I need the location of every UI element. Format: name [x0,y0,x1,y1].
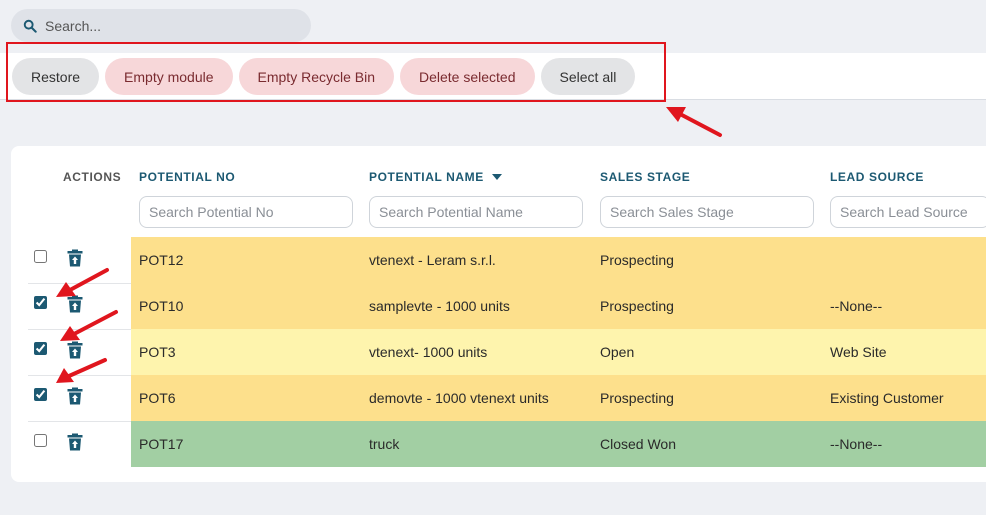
annotation-arrow-icon [666,107,722,137]
cell-potential-name: samplevte - 1000 units [369,298,510,314]
restore-trash-icon[interactable] [67,249,83,267]
filter-lead-source[interactable] [830,196,986,228]
filter-potential-name[interactable] [369,196,583,228]
header-potential-name[interactable]: POTENTIAL NAME [369,170,502,184]
sort-descending-icon [491,174,502,180]
cell-lead-source: --None-- [830,298,883,314]
cell-lead-source: --None-- [830,436,883,452]
cell-potential-name: vtenext- 1000 units [369,344,488,360]
empty-module-button[interactable]: Empty module [105,58,233,95]
empty-recycle-bin-button[interactable]: Empty Recycle Bin [238,58,394,95]
filter-potential-no[interactable] [139,196,353,228]
row-select-checkbox[interactable] [34,388,47,401]
cell-potential-no: POT12 [139,252,184,268]
table-row[interactable] [131,237,986,283]
row-select-checkbox[interactable] [34,342,47,355]
restore-trash-icon[interactable] [67,295,83,313]
cell-sales-stage: Prospecting [600,252,674,268]
cell-sales-stage: Closed Won [600,436,677,452]
cell-sales-stage: Prospecting [600,390,674,406]
search-input[interactable] [45,17,285,34]
header-potential-name-label: POTENTIAL NAME [369,170,484,184]
cell-potential-no: POT6 [139,390,176,406]
header-sales-stage[interactable]: SALES STAGE [600,170,690,184]
search-icon [23,19,37,33]
restore-trash-icon[interactable] [67,341,83,359]
recycle-bin-toolbar: Restore Empty module Empty Recycle Bin D… [12,58,636,95]
row-divider [28,375,131,376]
cell-potential-name: truck [369,436,400,452]
cell-sales-stage: Open [600,344,635,360]
row-divider [28,283,131,284]
filter-sales-stage[interactable] [600,196,814,228]
cell-lead-source: Web Site [830,344,887,360]
row-divider [28,421,131,422]
cell-potential-no: POT17 [139,436,184,452]
header-actions: ACTIONS [63,170,122,184]
restore-trash-icon[interactable] [67,433,83,451]
cell-potential-name: vtenext - Leram s.r.l. [369,252,496,268]
cell-lead-source: Existing Customer [830,390,944,406]
cell-potential-no: POT3 [139,344,176,360]
select-all-button[interactable]: Select all [540,58,636,95]
cell-sales-stage: Prospecting [600,298,674,314]
row-select-checkbox[interactable] [34,250,47,263]
restore-trash-icon[interactable] [67,387,83,405]
global-search[interactable] [11,9,311,42]
delete-selected-button[interactable]: Delete selected [400,58,535,95]
cell-potential-no: POT10 [139,298,184,314]
restore-button[interactable]: Restore [12,58,100,95]
row-divider [28,329,131,330]
header-potential-no[interactable]: POTENTIAL NO [139,170,235,184]
row-select-checkbox[interactable] [34,434,47,447]
cell-potential-name: demovte - 1000 vtenext units [369,390,549,406]
row-select-checkbox[interactable] [34,296,47,309]
header-lead-source[interactable]: LEAD SOURCE [830,170,924,184]
